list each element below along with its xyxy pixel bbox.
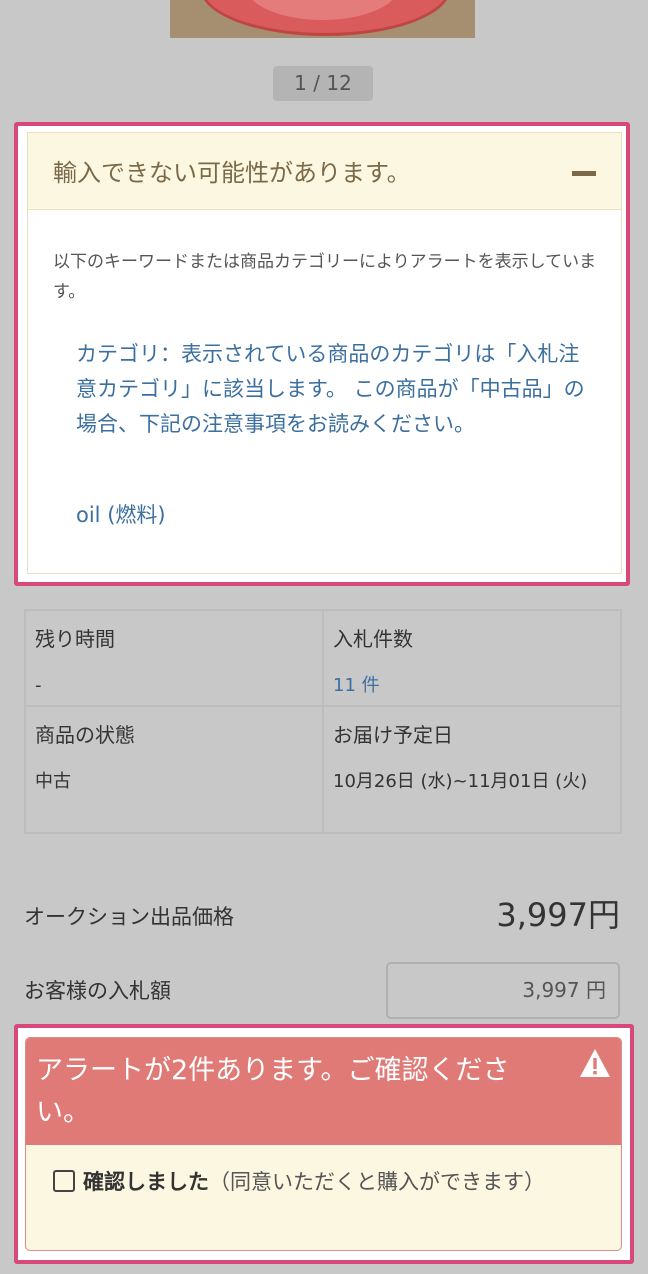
confirm-checkbox-row[interactable]: 確認しました（同意いただくと購入ができます） <box>53 1165 598 1200</box>
delivery-value: 10月26日 (水)~11月01日 (火) <box>333 771 588 792</box>
condition-value: 中古 <box>35 771 71 792</box>
minus-icon[interactable] <box>572 171 596 176</box>
import-alert-panel: 輸入できない可能性があります。 以下のキーワードまたは商品カテゴリーによりアラー… <box>27 132 622 574</box>
product-image[interactable] <box>170 0 475 38</box>
checkbox-icon[interactable] <box>53 1170 75 1192</box>
import-alert-header[interactable]: 輸入できない可能性があります。 <box>28 133 621 210</box>
confirm-checkbox-note: （同意いただくと購入ができます） <box>209 1170 545 1194</box>
condition-label: 商品の状態 <box>35 723 135 747</box>
import-alert-description: 以下のキーワードまたは商品カテゴリーによりアラートを表示しています。 <box>53 252 597 302</box>
confirm-panel: アラートが2件あります。ご確認ください。 確認しました（同意いただくと購入ができ… <box>25 1037 622 1251</box>
bid-count-label: 入札件数 <box>333 627 413 651</box>
image-pager: 1 / 12 <box>273 66 373 101</box>
delivery-label: お届け予定日 <box>333 723 453 747</box>
remaining-time-value: - <box>35 675 42 696</box>
bid-amount-label: お客様の入札額 <box>24 979 171 1003</box>
import-alert-keyword-link[interactable]: oil (燃料) <box>76 499 166 529</box>
import-alert-title: 輸入できない可能性があります。 <box>53 159 411 187</box>
remaining-time-cell: 残り時間 - <box>26 611 324 707</box>
condition-cell: 商品の状態 中古 <box>26 707 324 832</box>
warning-icon <box>580 1049 610 1077</box>
auction-price-value: 3,997円 <box>496 896 620 934</box>
import-alert-category-link[interactable]: カテゴリ：表示されている商品のカテゴリは「入札注意カテゴリ」に該当します。 この… <box>76 337 586 442</box>
auction-info-table: 残り時間 - 入札件数 11 件 商品の状態 中古 お届け予定日 10月26日 … <box>24 609 622 834</box>
delivery-cell: お届け予定日 10月26日 (水)~11月01日 (火) <box>324 707 620 832</box>
confirm-checkbox-label[interactable]: 確認しました <box>83 1170 209 1194</box>
bid-count-link[interactable]: 11 件 <box>333 671 608 701</box>
remaining-time-label: 残り時間 <box>35 627 115 651</box>
bid-amount-field[interactable]: 3,997 円 <box>386 962 620 1019</box>
confirm-header: アラートが2件あります。ご確認ください。 <box>26 1038 621 1145</box>
auction-price-label: オークション出品価格 <box>24 905 234 929</box>
confirm-title: アラートが2件あります。ご確認ください。 <box>36 1055 510 1128</box>
bid-count-cell: 入札件数 11 件 <box>324 611 620 707</box>
